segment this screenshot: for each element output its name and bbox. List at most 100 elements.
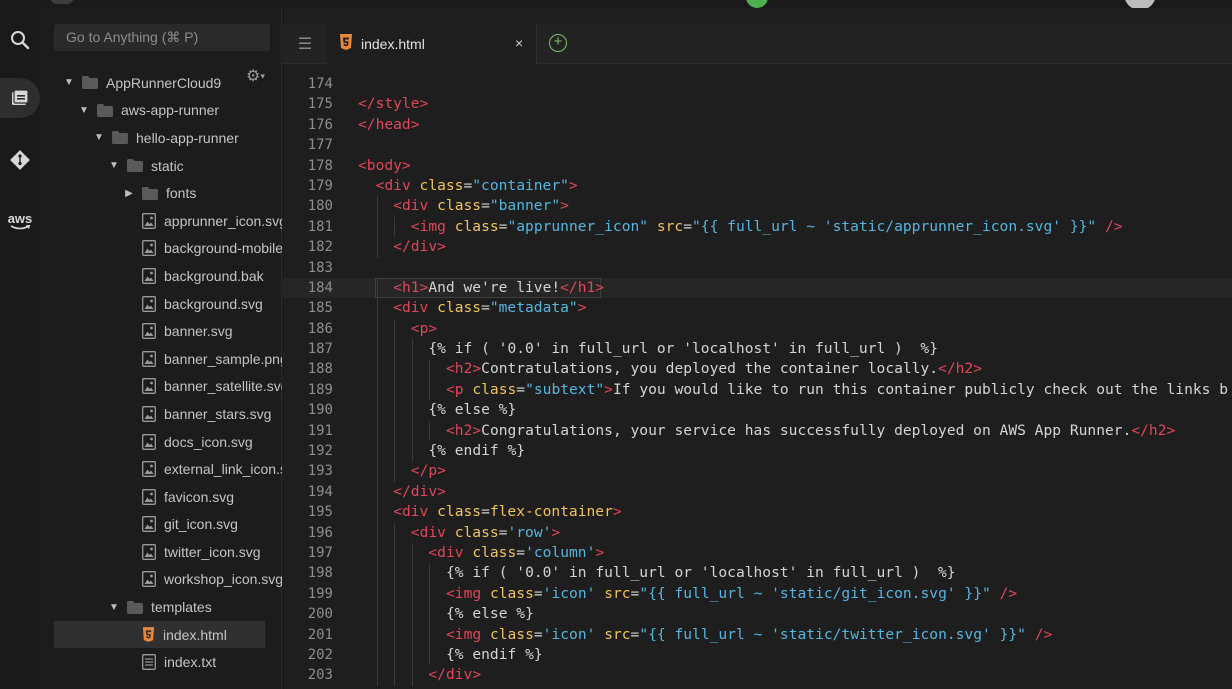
- line-number: 192: [307, 443, 333, 460]
- tree-file[interactable]: favicon.svg: [54, 483, 282, 511]
- code-line[interactable]: 178 <body>: [283, 156, 1232, 176]
- code-line[interactable]: 182 </div>: [283, 237, 1232, 258]
- code-line[interactable]: 185 <div class="metadata">: [283, 298, 1232, 319]
- code-token: class: [472, 543, 517, 561]
- chevron-down-icon[interactable]: ▼: [94, 132, 104, 143]
- tree-file[interactable]: workshop_icon.svg: [54, 566, 282, 594]
- html5-icon: [142, 627, 155, 643]
- activity-git-button[interactable]: [0, 140, 40, 180]
- tree-file[interactable]: banner.svg: [54, 317, 282, 345]
- tree-folder[interactable]: ▼ hello-app-runner: [54, 124, 282, 152]
- code-line[interactable]: 200 {% else %}: [283, 604, 1232, 625]
- code-line[interactable]: 190 {% else %}: [283, 400, 1232, 421]
- tree-file[interactable]: git_icon.svg: [54, 511, 282, 539]
- tree-folder[interactable]: ▼ aws-app-runner: [54, 97, 282, 125]
- code-area[interactable]: 174 175 </style> 176 </head> 177 178 <body> 179 <…: [283, 74, 1232, 686]
- code-token: "container": [472, 176, 569, 194]
- code-line[interactable]: 202 {% endif %}: [283, 644, 1232, 666]
- code-token: class: [489, 584, 534, 602]
- avatar[interactable]: [1124, 0, 1156, 8]
- tree-item-label: banner_sample.png: [164, 350, 282, 367]
- tree-file[interactable]: banner_sample.png: [54, 345, 282, 373]
- tree-file[interactable]: background.svg: [54, 290, 282, 318]
- code-line[interactable]: 199 <img class='icon' src="{{ full_url ~ …: [283, 583, 1232, 605]
- code-line[interactable]: 183: [283, 258, 1232, 278]
- indent-guide: [376, 400, 378, 421]
- chevron-down-icon[interactable]: ▼: [109, 160, 119, 171]
- activity-explorer-button[interactable]: [0, 78, 40, 118]
- code-token: {% else %}: [446, 605, 534, 623]
- menu-pill[interactable]: [50, 0, 74, 4]
- tree-file[interactable]: apprunner_icon.svg: [54, 207, 282, 235]
- code-line[interactable]: 175 </style>: [283, 94, 1232, 114]
- chevron-down-icon[interactable]: ▼: [64, 77, 74, 88]
- tree-file[interactable]: external_link_icon.svg: [54, 455, 282, 483]
- new-tab-button[interactable]: +: [549, 34, 567, 52]
- code-token: <div: [393, 299, 438, 317]
- code-line[interactable]: 198 {% if ( '0.0' in full_url or 'localho…: [283, 563, 1232, 584]
- code-line[interactable]: 186 <p>: [283, 318, 1232, 340]
- activity-search-button[interactable]: [0, 20, 40, 60]
- code-line[interactable]: 193 </p>: [283, 461, 1232, 482]
- tree-item-label: hello-app-runner: [136, 129, 239, 146]
- code-line[interactable]: 197 <div class='column'>: [283, 542, 1232, 564]
- tree-file[interactable]: background.bak: [54, 262, 282, 290]
- close-tab-icon[interactable]: ×: [515, 35, 523, 51]
- activity-aws-button[interactable]: aws: [0, 202, 40, 242]
- code-line[interactable]: 174: [283, 74, 1232, 94]
- goto-anything-input[interactable]: Go to Anything (⌘ P): [54, 24, 270, 51]
- indent-guide: [376, 583, 378, 605]
- tree-file[interactable]: banner_stars.svg: [54, 400, 282, 428]
- code-line[interactable]: 203 </div>: [283, 665, 1232, 686]
- code-line[interactable]: 179 <div class="container">: [283, 176, 1232, 196]
- chevron-down-icon[interactable]: ▼: [79, 105, 89, 116]
- code-line[interactable]: 196 <div class='row'>: [283, 522, 1232, 543]
- menu-icon: ☰: [297, 36, 313, 53]
- tree-file[interactable]: index.html: [54, 620, 265, 649]
- line-number: 179: [307, 177, 333, 194]
- code-line[interactable]: 188 <h2>Contratulations, you deployed the…: [283, 359, 1232, 380]
- code-line[interactable]: 191 <h2>Congratulations, your service has…: [283, 420, 1232, 442]
- code-token: </h1>: [560, 278, 605, 296]
- image-file-icon: [142, 378, 156, 395]
- tree-file[interactable]: banner_satellite.svg: [54, 373, 282, 401]
- code-line[interactable]: 180 <div class="banner">: [283, 196, 1232, 217]
- tree-folder[interactable]: ▶ fonts: [54, 179, 282, 207]
- code-line[interactable]: 189 <p class="subtext">If you would like …: [283, 379, 1232, 401]
- tree-file[interactable]: index.txt: [54, 648, 282, 676]
- code-line[interactable]: 201 <img class='icon' src="{{ full_url ~ …: [283, 624, 1232, 645]
- code-line[interactable]: 181 <img class="apprunner_icon" src="{{ f…: [283, 216, 1232, 238]
- aws-icon: aws: [8, 212, 32, 231]
- image-file-icon: [142, 433, 156, 450]
- code-line[interactable]: 184 <h1>And we're live!</h1>: [283, 277, 1232, 299]
- tab-list-button[interactable]: ☰: [283, 24, 327, 64]
- code-token: class: [472, 380, 517, 398]
- code-line[interactable]: 192 {% endif %}: [283, 441, 1232, 462]
- code-line[interactable]: 176 </head>: [283, 115, 1232, 135]
- tree-file[interactable]: background-mobile.svg: [54, 235, 282, 263]
- indent-guide: [394, 216, 396, 238]
- tree-file[interactable]: docs_icon.svg: [54, 428, 282, 456]
- tree-item-label: index.html: [163, 626, 227, 643]
- tree-folder[interactable]: ▼ static: [54, 152, 282, 180]
- tree-folder[interactable]: ▼ templates: [54, 593, 282, 621]
- chevron-right-icon[interactable]: ▶: [124, 188, 134, 199]
- code-content: {% endif %}: [428, 441, 525, 461]
- code-token: {% else %}: [428, 401, 517, 419]
- indent-guide: [376, 604, 378, 625]
- tree-folder[interactable]: ▼ AppRunnerCloud9: [54, 69, 282, 97]
- code-token: <img: [446, 584, 490, 602]
- code-token: <img: [446, 625, 490, 643]
- indent-guide: [394, 379, 396, 401]
- chevron-down-icon[interactable]: ▼: [109, 602, 119, 613]
- code-line[interactable]: 177: [283, 135, 1232, 155]
- tree-item-label: banner_satellite.svg: [164, 378, 282, 395]
- tab-index-html[interactable]: index.html ×: [327, 24, 537, 64]
- code-line[interactable]: 194 </div>: [283, 481, 1232, 503]
- code-token: <body>: [358, 156, 411, 174]
- code-line[interactable]: 187 {% if ( '0.0' in full_url or 'localho…: [283, 339, 1232, 360]
- tree-file[interactable]: twitter_icon.svg: [54, 538, 282, 566]
- indent-guide: [411, 359, 413, 380]
- code-line[interactable]: 195 <div class=flex-container>: [283, 502, 1232, 523]
